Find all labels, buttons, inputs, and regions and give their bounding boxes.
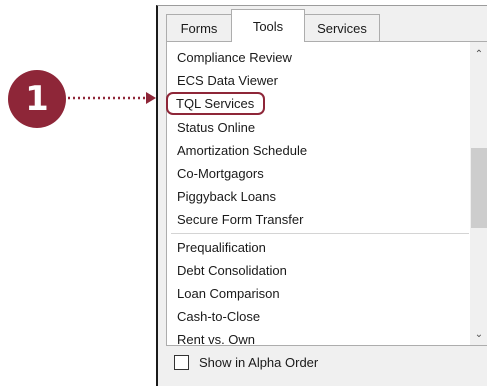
tools-list: Compliance Review ECS Data Viewer TQL Se… — [166, 41, 487, 347]
tools-list-items: Compliance Review ECS Data Viewer TQL Se… — [166, 46, 471, 351]
list-item-debt-consolidation[interactable]: Debt Consolidation — [171, 259, 471, 282]
callout-number-badge: 1 — [8, 70, 66, 128]
tab-bar: Forms Tools Services — [158, 6, 487, 42]
list-separator — [171, 232, 469, 234]
list-item-status-online[interactable]: Status Online — [171, 116, 471, 139]
list-item-amortization-schedule[interactable]: Amortization Schedule — [171, 139, 471, 162]
vertical-scrollbar[interactable]: ⌃ ⌄ — [470, 42, 487, 345]
list-item-loan-comparison[interactable]: Loan Comparison — [171, 282, 471, 305]
tab-forms[interactable]: Forms — [166, 14, 232, 41]
list-item-co-mortgagors[interactable]: Co-Mortgagors — [171, 162, 471, 185]
callout-arrow — [68, 92, 156, 104]
tools-panel: Forms Tools Services Compliance Review E… — [156, 5, 487, 386]
list-item-secure-form-transfer[interactable]: Secure Form Transfer — [171, 208, 471, 231]
scrollbar-thumb[interactable] — [471, 148, 487, 228]
list-item-prequalification[interactable]: Prequalification — [171, 236, 471, 259]
chevron-down-icon[interactable]: ⌄ — [470, 325, 487, 343]
list-item-cash-to-close[interactable]: Cash-to-Close — [171, 305, 471, 328]
chevron-up-icon[interactable]: ⌃ — [470, 45, 487, 63]
list-item-ecs-data-viewer[interactable]: ECS Data Viewer — [171, 69, 471, 92]
tab-tools[interactable]: Tools — [231, 9, 305, 42]
list-item-compliance-review[interactable]: Compliance Review — [171, 46, 471, 69]
alpha-order-checkbox[interactable] — [174, 354, 189, 370]
tab-services[interactable]: Services — [304, 14, 380, 41]
list-item-tql-services[interactable]: TQL Services — [166, 92, 266, 116]
alpha-order-checkbox-label[interactable]: Show in Alpha Order — [199, 355, 318, 370]
list-item-piggyback-loans[interactable]: Piggyback Loans — [171, 185, 471, 208]
list-footer: Show in Alpha Order — [166, 348, 487, 376]
